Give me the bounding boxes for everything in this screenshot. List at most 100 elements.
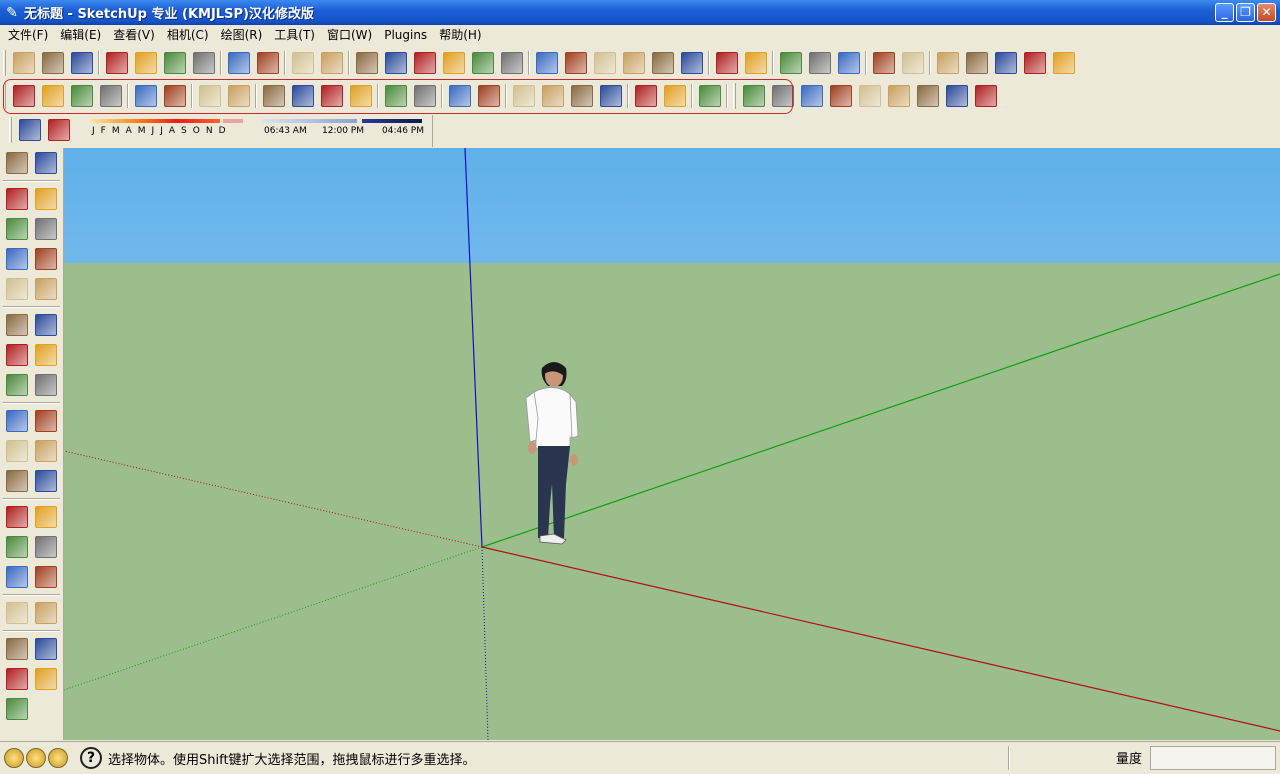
minimize-button[interactable]: _ <box>1215 3 1234 22</box>
menu-tools[interactable]: 工具(T) <box>268 25 321 45</box>
terrain-button[interactable] <box>741 49 770 77</box>
help-icon[interactable]: ? <box>80 747 102 769</box>
flip-edge-button[interactable] <box>1049 49 1078 77</box>
shaded-button[interactable] <box>619 49 648 77</box>
right-view-button[interactable] <box>439 49 468 77</box>
layers-button[interactable] <box>2 695 31 724</box>
zoom-window-button[interactable] <box>31 533 60 562</box>
cube-blue-button[interactable] <box>826 82 855 110</box>
previous-view-button[interactable] <box>31 563 60 592</box>
close-button[interactable]: ✕ <box>1257 3 1276 22</box>
wireframe-button[interactable] <box>561 49 590 77</box>
menu-edit[interactable]: 编辑(E) <box>54 25 107 45</box>
menu-help[interactable]: 帮助(H) <box>433 25 487 45</box>
month-slider[interactable] <box>90 119 220 123</box>
iso-view-button[interactable] <box>352 49 381 77</box>
tape-measure-button[interactable] <box>2 407 31 436</box>
pencil-button[interactable] <box>31 215 60 244</box>
push-pull-button[interactable] <box>31 311 60 340</box>
hidden-line-button[interactable] <box>590 49 619 77</box>
left-view-button[interactable] <box>497 49 526 77</box>
share-model-button[interactable] <box>834 49 863 77</box>
text-button[interactable] <box>31 437 60 466</box>
select-button[interactable] <box>2 149 31 178</box>
redo-button[interactable] <box>253 49 282 77</box>
paint-bucket-button[interactable] <box>2 185 31 214</box>
open-file-button[interactable] <box>38 49 67 77</box>
look-around-button[interactable] <box>31 599 60 628</box>
diamond-button[interactable] <box>971 82 1000 110</box>
toolbar-grip[interactable] <box>9 117 12 143</box>
circle-button[interactable] <box>942 82 971 110</box>
sandbox-button[interactable] <box>31 665 60 694</box>
drape-button[interactable] <box>991 49 1020 77</box>
walk-button[interactable] <box>2 635 31 664</box>
menu-file[interactable]: 文件(F) <box>2 25 54 45</box>
cloud-button[interactable] <box>884 82 913 110</box>
front-view-button[interactable] <box>410 49 439 77</box>
back-view-button[interactable] <box>468 49 497 77</box>
component-button[interactable] <box>31 149 60 178</box>
rotate-button[interactable] <box>2 341 31 370</box>
offset-button[interactable] <box>31 371 60 400</box>
component-info-button[interactable] <box>15 116 44 144</box>
section-plane-button[interactable] <box>31 635 60 664</box>
add-detail-button[interactable] <box>1020 49 1049 77</box>
protractor-button[interactable] <box>2 437 31 466</box>
paste-button[interactable] <box>160 49 189 77</box>
pan-button[interactable] <box>31 503 60 532</box>
shaded-texture-button[interactable] <box>648 49 677 77</box>
circle-button[interactable] <box>2 245 31 274</box>
polygon-button[interactable] <box>2 275 31 304</box>
clock-button[interactable] <box>855 82 884 110</box>
menu-draw[interactable]: 绘图(R) <box>215 25 269 45</box>
smoove-button[interactable] <box>933 49 962 77</box>
menu-camera[interactable]: 相机(C) <box>161 25 215 45</box>
measurements-input[interactable] <box>1150 746 1276 770</box>
copy-button[interactable] <box>131 49 160 77</box>
arc-button[interactable] <box>31 245 60 274</box>
move-button[interactable] <box>2 311 31 340</box>
photo-texture-button[interactable] <box>776 49 805 77</box>
black-cube-button[interactable] <box>44 116 73 144</box>
cut-button[interactable] <box>102 49 131 77</box>
tag-e-button[interactable] <box>797 82 826 110</box>
geo-location-button[interactable] <box>712 49 741 77</box>
maximize-button[interactable]: ❐ <box>1236 3 1255 22</box>
follow-me-button[interactable] <box>31 341 60 370</box>
axes-button[interactable] <box>2 467 31 496</box>
toolbar-grip[interactable] <box>3 49 6 76</box>
rectangle-button[interactable] <box>2 215 31 244</box>
monochrome-button[interactable] <box>677 49 706 77</box>
menu-plugins[interactable]: Plugins <box>378 25 433 45</box>
section-cut-button[interactable] <box>898 49 927 77</box>
zoom-extents-button[interactable] <box>2 563 31 592</box>
freehand-button[interactable] <box>31 275 60 304</box>
undo-button[interactable] <box>224 49 253 77</box>
xray-button[interactable] <box>532 49 561 77</box>
3d-viewport[interactable] <box>64 148 1280 740</box>
orbit-button[interactable] <box>2 503 31 532</box>
time-slider[interactable] <box>262 119 357 123</box>
hand-button[interactable] <box>2 665 31 694</box>
menu-window[interactable]: 窗口(W) <box>321 25 378 45</box>
geo-location-status-icon[interactable] <box>4 748 24 768</box>
position-camera-button[interactable] <box>2 599 31 628</box>
top-view-button[interactable] <box>381 49 410 77</box>
get-models-button[interactable] <box>805 49 834 77</box>
new-file-button[interactable] <box>9 49 38 77</box>
3d-text-button[interactable] <box>31 467 60 496</box>
credits-status-icon[interactable] <box>26 748 46 768</box>
scale-button[interactable] <box>2 371 31 400</box>
dimension-button[interactable] <box>31 407 60 436</box>
zoom-button[interactable] <box>2 533 31 562</box>
tag-heart-button[interactable] <box>913 82 942 110</box>
delete-button[interactable] <box>189 49 218 77</box>
model-info-button[interactable] <box>317 49 346 77</box>
save-button[interactable] <box>67 49 96 77</box>
eraser-button[interactable] <box>31 185 60 214</box>
section-plane-button[interactable] <box>869 49 898 77</box>
menu-view[interactable]: 查看(V) <box>107 25 161 45</box>
print-button[interactable] <box>288 49 317 77</box>
stamp-button[interactable] <box>962 49 991 77</box>
